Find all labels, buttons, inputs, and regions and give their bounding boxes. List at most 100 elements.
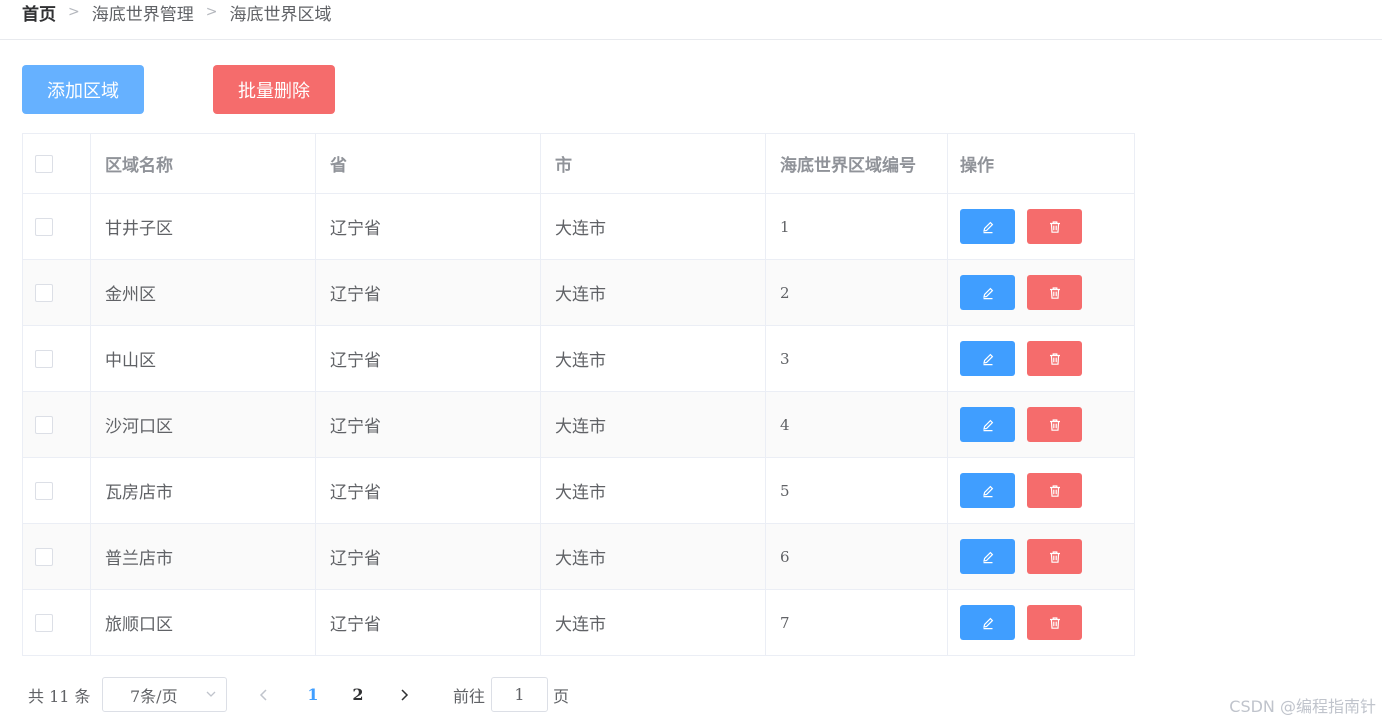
- delete-button[interactable]: [1027, 605, 1082, 640]
- row-checkbox[interactable]: [35, 613, 53, 632]
- goto-page-input[interactable]: 1: [491, 677, 548, 712]
- table-header-row: 区域名称 省 市 海底世界区域编号 操作: [23, 134, 1134, 194]
- breadcrumb-level1: 海底世界管理: [91, 4, 194, 25]
- cell-code: 5: [766, 458, 948, 523]
- row-checkbox[interactable]: [35, 547, 53, 566]
- edit-icon: [982, 287, 993, 299]
- breadcrumb-level2: 海底世界区域: [229, 4, 332, 25]
- edit-button[interactable]: [960, 407, 1015, 442]
- chevron-right-icon: [401, 688, 409, 701]
- edit-icon: [982, 485, 993, 497]
- delete-icon: [1049, 484, 1060, 497]
- cell-province: 辽宁省: [316, 458, 541, 523]
- column-header-province: 省: [316, 134, 541, 193]
- delete-icon: [1049, 352, 1060, 365]
- cell-city: 大连市: [541, 260, 766, 325]
- prev-page-button[interactable]: [258, 677, 270, 712]
- table-row: 中山区 辽宁省 大连市 3: [23, 326, 1134, 392]
- delete-icon: [1049, 286, 1060, 299]
- delete-icon: [1049, 418, 1060, 431]
- chevron-right-icon: >: [68, 4, 80, 20]
- edit-button[interactable]: [960, 209, 1015, 244]
- row-checkbox[interactable]: [35, 349, 53, 368]
- cell-city: 大连市: [541, 326, 766, 391]
- batch-delete-button[interactable]: 批量删除: [213, 65, 335, 114]
- edit-button[interactable]: [960, 275, 1015, 310]
- delete-button[interactable]: [1027, 341, 1082, 376]
- page-size-value: 7条/页: [130, 686, 178, 706]
- delete-button[interactable]: [1027, 407, 1082, 442]
- cell-city: 大连市: [541, 392, 766, 457]
- column-header-city: 市: [541, 134, 766, 193]
- cell-name: 中山区: [91, 326, 316, 391]
- row-checkbox[interactable]: [35, 217, 53, 236]
- cell-city: 大连市: [541, 524, 766, 589]
- cell-name: 普兰店市: [91, 524, 316, 589]
- cell-name: 金州区: [91, 260, 316, 325]
- edit-icon: [982, 221, 993, 233]
- column-header-code: 海底世界区域编号: [766, 134, 948, 193]
- page-number-1[interactable]: 1: [307, 677, 319, 712]
- goto-label: 前往: [453, 686, 486, 706]
- row-checkbox[interactable]: [35, 481, 53, 500]
- edit-button[interactable]: [960, 341, 1015, 376]
- cell-name: 沙河口区: [91, 392, 316, 457]
- edit-icon: [982, 353, 993, 365]
- table-row: 旅顺口区 辽宁省 大连市 7: [23, 590, 1134, 656]
- goto-suffix: 页: [553, 686, 570, 706]
- add-region-button[interactable]: 添加区域: [22, 65, 144, 114]
- cell-code: 4: [766, 392, 948, 457]
- cell-province: 辽宁省: [316, 590, 541, 655]
- edit-button[interactable]: [960, 539, 1015, 574]
- cell-code: 7: [766, 590, 948, 655]
- cell-code: 3: [766, 326, 948, 391]
- table-row: 金州区 辽宁省 大连市 2: [23, 260, 1134, 326]
- cell-city: 大连市: [541, 590, 766, 655]
- cell-code: 1: [766, 194, 948, 259]
- select-all-checkbox[interactable]: [35, 154, 53, 173]
- pagination-total: 共 11 条: [28, 686, 91, 706]
- next-page-button[interactable]: [398, 677, 410, 712]
- cell-name: 旅顺口区: [91, 590, 316, 655]
- table-row: 瓦房店市 辽宁省 大连市 5: [23, 458, 1134, 524]
- chevron-right-icon: >: [205, 4, 218, 20]
- edit-icon: [982, 419, 993, 431]
- table-row: 沙河口区 辽宁省 大连市 4: [23, 392, 1134, 458]
- cell-name: 瓦房店市: [91, 458, 316, 523]
- cell-province: 辽宁省: [316, 392, 541, 457]
- edit-button[interactable]: [960, 473, 1015, 508]
- delete-button[interactable]: [1027, 275, 1082, 310]
- cell-code: 2: [766, 260, 948, 325]
- page-number-2[interactable]: 2: [352, 677, 364, 712]
- row-checkbox[interactable]: [35, 283, 53, 302]
- region-table: 区域名称 省 市 海底世界区域编号 操作 甘井子区 辽宁省 大连市 1 金州区 …: [22, 133, 1135, 656]
- delete-button[interactable]: [1027, 539, 1082, 574]
- edit-icon: [982, 617, 993, 629]
- page-size-select[interactable]: 7条/页: [102, 677, 227, 712]
- header-divider: [0, 39, 1382, 40]
- cell-city: 大连市: [541, 458, 766, 523]
- row-checkbox[interactable]: [35, 415, 53, 434]
- chevron-left-icon: [259, 688, 267, 701]
- column-header-name: 区域名称: [91, 134, 316, 193]
- delete-icon: [1049, 220, 1060, 233]
- delete-button[interactable]: [1027, 209, 1082, 244]
- table-row: 普兰店市 辽宁省 大连市 6: [23, 524, 1134, 590]
- breadcrumb-home[interactable]: 首页: [22, 0, 56, 25]
- breadcrumb: 首页 > 海底世界管理 > 海底世界区域: [22, 0, 332, 25]
- pagination: 共 11 条 7条/页 1 2 前往 1 页: [22, 677, 622, 712]
- cell-province: 辽宁省: [316, 524, 541, 589]
- watermark: CSDN @编程指南针: [1229, 697, 1376, 716]
- cell-code: 6: [766, 524, 948, 589]
- table-row: 甘井子区 辽宁省 大连市 1: [23, 194, 1134, 260]
- cell-province: 辽宁省: [316, 260, 541, 325]
- delete-icon: [1049, 616, 1060, 629]
- delete-button[interactable]: [1027, 473, 1082, 508]
- edit-icon: [982, 551, 993, 563]
- edit-button[interactable]: [960, 605, 1015, 640]
- chevron-down-icon: [206, 691, 216, 697]
- cell-city: 大连市: [541, 194, 766, 259]
- cell-province: 辽宁省: [316, 194, 541, 259]
- column-header-actions: 操作: [960, 156, 994, 176]
- delete-icon: [1049, 550, 1060, 563]
